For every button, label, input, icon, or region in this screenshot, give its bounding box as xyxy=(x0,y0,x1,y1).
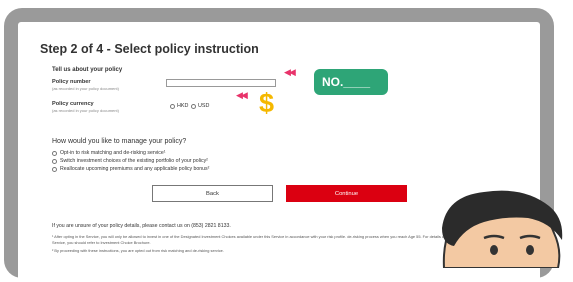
policy-number-badge: NO.____ xyxy=(314,69,388,95)
policy-number-hint: (as recorded in your policy document) xyxy=(52,86,119,91)
option-reallocate-premiums[interactable]: Reallocate upcoming premiums and any app… xyxy=(52,166,209,172)
policy-number-input[interactable] xyxy=(166,79,276,87)
option-label: Reallocate upcoming premiums and any app… xyxy=(60,166,210,172)
footnote-1: ¹ After opting in the Service, you will … xyxy=(52,234,452,245)
radio-icon xyxy=(170,103,175,109)
contact-info-text: If you are unsure of your policy details… xyxy=(52,223,231,229)
option-label: Opt-in to risk matching and de-risking s… xyxy=(60,150,166,156)
cartoon-person xyxy=(424,188,573,269)
page-title: Step 2 of 4 - Select policy instruction xyxy=(40,42,259,56)
currency-radio-usd[interactable]: USD xyxy=(191,103,209,109)
option-switch-investment[interactable]: Switch investment choices of the existin… xyxy=(52,158,208,164)
dollar-icon: $ xyxy=(259,88,275,118)
footnote-2: ² By proceeding with these instructions,… xyxy=(52,248,224,253)
pointer-arrow-icon: ◀◀ xyxy=(236,90,248,100)
section-label: Tell us about your policy xyxy=(52,67,123,73)
currency-option-label: USD xyxy=(198,103,210,109)
radio-icon xyxy=(52,150,57,156)
pointer-arrow-icon: ◀◀ xyxy=(284,67,296,77)
policy-currency-hint: (as recorded in your policy document) xyxy=(52,108,119,113)
continue-button[interactable]: Continue xyxy=(286,185,407,202)
policy-number-label: Policy number xyxy=(52,79,91,85)
person-illustration xyxy=(442,190,563,269)
currency-option-label: HKD xyxy=(177,103,189,109)
radio-icon xyxy=(52,166,57,172)
radio-icon xyxy=(52,158,57,164)
currency-radio-hkd[interactable]: HKD xyxy=(170,103,188,109)
back-button[interactable]: Back xyxy=(152,185,273,202)
manage-policy-title: How would you like to manage your policy… xyxy=(52,138,187,145)
radio-icon xyxy=(191,103,196,109)
option-opt-in[interactable]: Opt-in to risk matching and de-risking s… xyxy=(52,150,166,156)
option-label: Switch investment choices of the existin… xyxy=(60,158,208,164)
policy-currency-label: Policy currency xyxy=(52,101,94,107)
